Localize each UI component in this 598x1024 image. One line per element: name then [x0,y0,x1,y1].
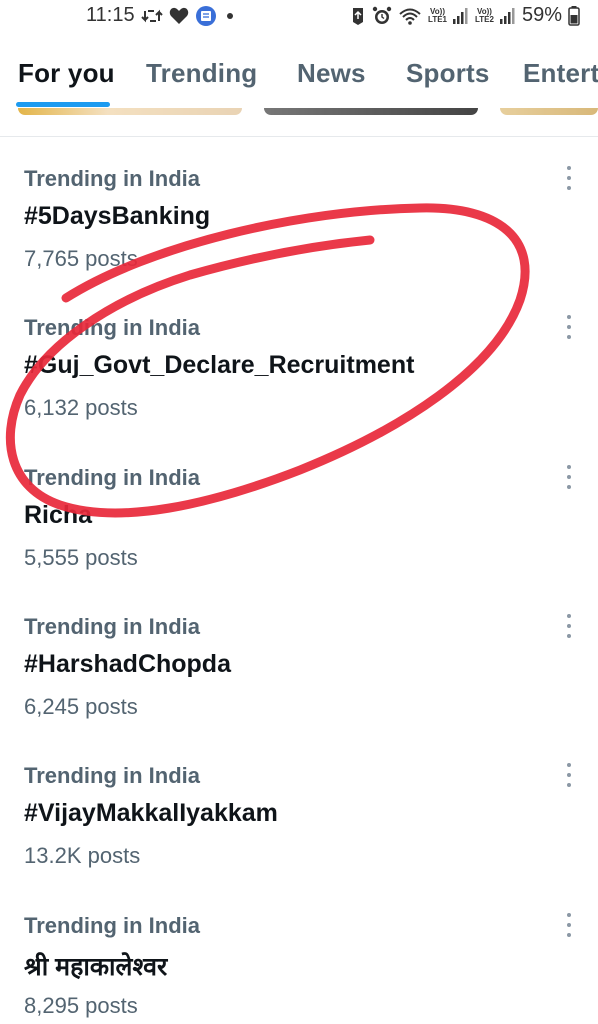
trend-item[interactable]: Trending in India श्री महाकालेश्वर 8,295… [0,913,598,1024]
signal-icon [453,7,469,25]
tab-for-you[interactable]: For you [18,58,115,89]
data-saver-icon [350,6,366,26]
trend-name[interactable]: #5DaysBanking [24,202,210,231]
carousel-strip[interactable] [0,108,598,116]
more-options-icon[interactable] [564,166,574,190]
battery-icon [568,5,580,26]
trend-name[interactable]: #VijayMakkalIyakkam [24,799,278,828]
tab-trending[interactable]: Trending [146,58,257,89]
alarm-icon [372,6,392,26]
signal-icon [499,7,516,25]
sim1-signal-icon: Vo)) LTE1 [428,7,447,24]
trend-item[interactable]: Trending in India #5DaysBanking 7,765 po… [0,166,598,316]
battery-percent: 59% [521,4,562,26]
trend-context: Trending in India [24,614,200,639]
status-left: 11:15 [86,4,237,27]
trend-post-count: 13.2K posts [24,843,141,868]
tab-sports[interactable]: Sports [406,58,490,89]
trend-item[interactable]: Trending in India #Guj_Govt_Declare_Recr… [0,315,598,465]
notification-dot-icon [223,9,237,23]
trend-item[interactable]: Trending in India Richa 5,555 posts [0,465,598,615]
trend-context: Trending in India [24,913,200,938]
divider [0,136,598,137]
trend-post-count: 8,295 posts [24,993,138,1018]
status-right: Vo)) LTE1 Vo)) LTE2 59% [350,4,580,27]
status-time: 11:15 [86,4,135,26]
carousel-card[interactable] [264,108,478,115]
trend-post-count: 6,245 posts [24,694,138,719]
trend-name[interactable]: श्री महाकालेश्वर [24,949,167,983]
trend-item[interactable]: Trending in India #VijayMakkalIyakkam 13… [0,763,598,913]
explore-tabs: For you Trending News Sports Entert [0,44,598,108]
app-icon [195,5,217,27]
more-options-icon[interactable] [564,913,574,937]
trend-context: Trending in India [24,166,200,191]
status-bar: 11:15 Vo)) LTE1 Vo)) LTE2 59% [0,0,598,34]
trend-name[interactable]: Richa [24,501,92,530]
sim2-signal-icon: Vo)) LTE2 [475,7,494,24]
wifi-icon [398,6,422,26]
repost-icon [140,7,163,25]
tab-news[interactable]: News [297,58,366,89]
trend-post-count: 6,132 posts [24,395,138,420]
trend-context: Trending in India [24,763,200,788]
sim1-label: LTE1 [428,14,447,24]
more-options-icon[interactable] [564,465,574,489]
tab-entertainment[interactable]: Entert [523,58,598,89]
trend-item[interactable]: Trending in India #HarshadChopda 6,245 p… [0,614,598,764]
more-options-icon[interactable] [564,315,574,339]
more-options-icon[interactable] [564,614,574,638]
trend-context: Trending in India [24,315,200,340]
trend-context: Trending in India [24,465,200,490]
trend-name[interactable]: #HarshadChopda [24,650,231,679]
more-options-icon[interactable] [564,763,574,787]
carousel-card[interactable] [500,108,598,115]
trend-post-count: 5,555 posts [24,545,138,570]
heart-icon [169,7,189,25]
active-tab-indicator [16,102,110,107]
trend-post-count: 7,765 posts [24,246,138,271]
carousel-card[interactable] [18,108,242,115]
trend-name[interactable]: #Guj_Govt_Declare_Recruitment [24,351,414,380]
sim2-label: LTE2 [475,14,494,24]
